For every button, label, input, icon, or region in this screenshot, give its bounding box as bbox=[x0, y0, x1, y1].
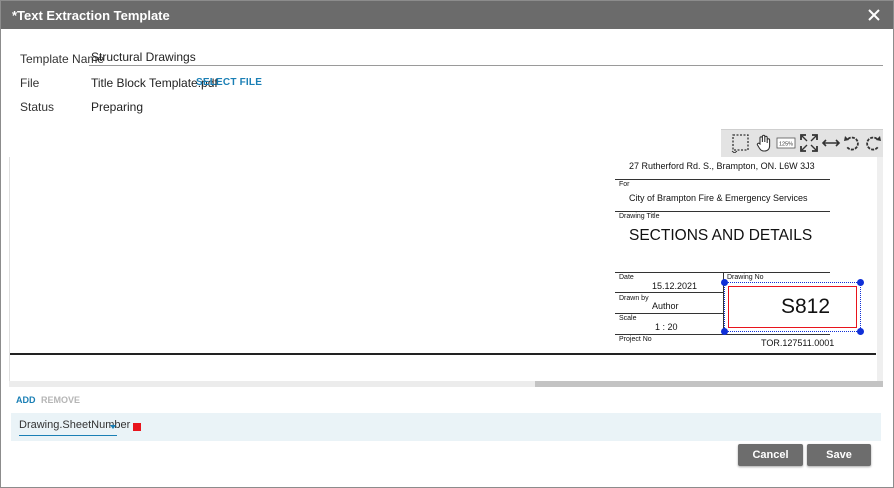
doc-drawing-no-label: Drawing No bbox=[727, 274, 764, 281]
add-field-button[interactable]: ADD bbox=[16, 395, 36, 405]
doc-for-label: For bbox=[619, 181, 630, 188]
dialog-titlebar: *Text Extraction Template bbox=[1, 1, 893, 29]
doc-scale-label: Scale bbox=[619, 315, 637, 322]
field-name-select[interactable]: Drawing.SheetNumber bbox=[19, 419, 130, 436]
zoom-level-text: 125% bbox=[779, 142, 793, 148]
extraction-field-row[interactable]: Drawing.SheetNumber bbox=[11, 413, 881, 441]
status-label: Status bbox=[20, 100, 55, 114]
doc-client: City of Brampton Fire & Emergency Servic… bbox=[629, 193, 808, 203]
selection-region[interactable]: S812 bbox=[721, 279, 864, 335]
template-name-input[interactable] bbox=[89, 49, 883, 66]
resize-handle-tl[interactable] bbox=[721, 279, 728, 286]
text-extraction-dialog: *Text Extraction Template Template Name … bbox=[0, 0, 894, 488]
file-label: File bbox=[20, 76, 40, 90]
doc-rule bbox=[615, 313, 723, 314]
doc-rule bbox=[615, 179, 830, 180]
doc-date-label: Date bbox=[619, 274, 634, 281]
dialog-title: *Text Extraction Template bbox=[12, 8, 170, 23]
rotate-left-icon[interactable] bbox=[842, 133, 862, 153]
doc-drawing-title: SECTIONS AND DETAILS bbox=[629, 227, 813, 244]
extraction-fields-panel: ADD REMOVE Drawing.SheetNumber bbox=[9, 387, 883, 443]
doc-address: 27 Rutherford Rd. S., Brampton, ON. L6W … bbox=[629, 161, 815, 171]
doc-project-no-label: Project No bbox=[619, 336, 652, 343]
doc-project-no-value: TOR.127511.0001 bbox=[761, 338, 835, 348]
pan-hand-icon[interactable] bbox=[754, 133, 774, 153]
field-color-swatch[interactable] bbox=[133, 423, 141, 431]
doc-drawn-by-label: Drawn by bbox=[619, 295, 649, 302]
doc-scale-value: 1 : 20 bbox=[655, 322, 678, 332]
doc-date-value: 15.12.2021 bbox=[652, 281, 698, 291]
chevron-down-icon bbox=[110, 425, 116, 429]
doc-rule bbox=[615, 292, 723, 293]
resize-handle-br[interactable] bbox=[857, 328, 864, 335]
document-viewer[interactable]: 27 Rutherford Rd. S., Brampton, ON. L6W … bbox=[9, 157, 883, 383]
rotate-right-icon[interactable] bbox=[863, 133, 883, 153]
resize-handle-tr[interactable] bbox=[857, 279, 864, 286]
status-value: Preparing bbox=[91, 100, 144, 114]
drawing-border-line bbox=[10, 353, 876, 355]
save-button[interactable]: Save bbox=[807, 444, 871, 466]
remove-field-button[interactable]: REMOVE bbox=[41, 395, 80, 405]
fit-page-icon[interactable] bbox=[799, 133, 819, 153]
doc-drawing-title-label: Drawing Title bbox=[619, 213, 660, 220]
viewer-vertical-scrollbar[interactable] bbox=[877, 157, 883, 381]
doc-drawn-by-value: Author bbox=[652, 301, 679, 311]
close-icon[interactable] bbox=[865, 6, 883, 24]
doc-drawing-no-value: S812 bbox=[781, 295, 831, 318]
zoom-percent-icon[interactable]: 125% bbox=[776, 133, 796, 153]
cancel-button[interactable]: Cancel bbox=[738, 444, 803, 466]
doc-rule bbox=[615, 211, 830, 212]
select-file-button[interactable]: SELECT FILE bbox=[196, 77, 262, 88]
resize-handle-bl[interactable] bbox=[721, 328, 728, 335]
viewer-toolbar: 125% bbox=[721, 129, 883, 157]
fit-width-icon[interactable] bbox=[821, 133, 841, 153]
marquee-select-icon[interactable] bbox=[731, 133, 751, 153]
